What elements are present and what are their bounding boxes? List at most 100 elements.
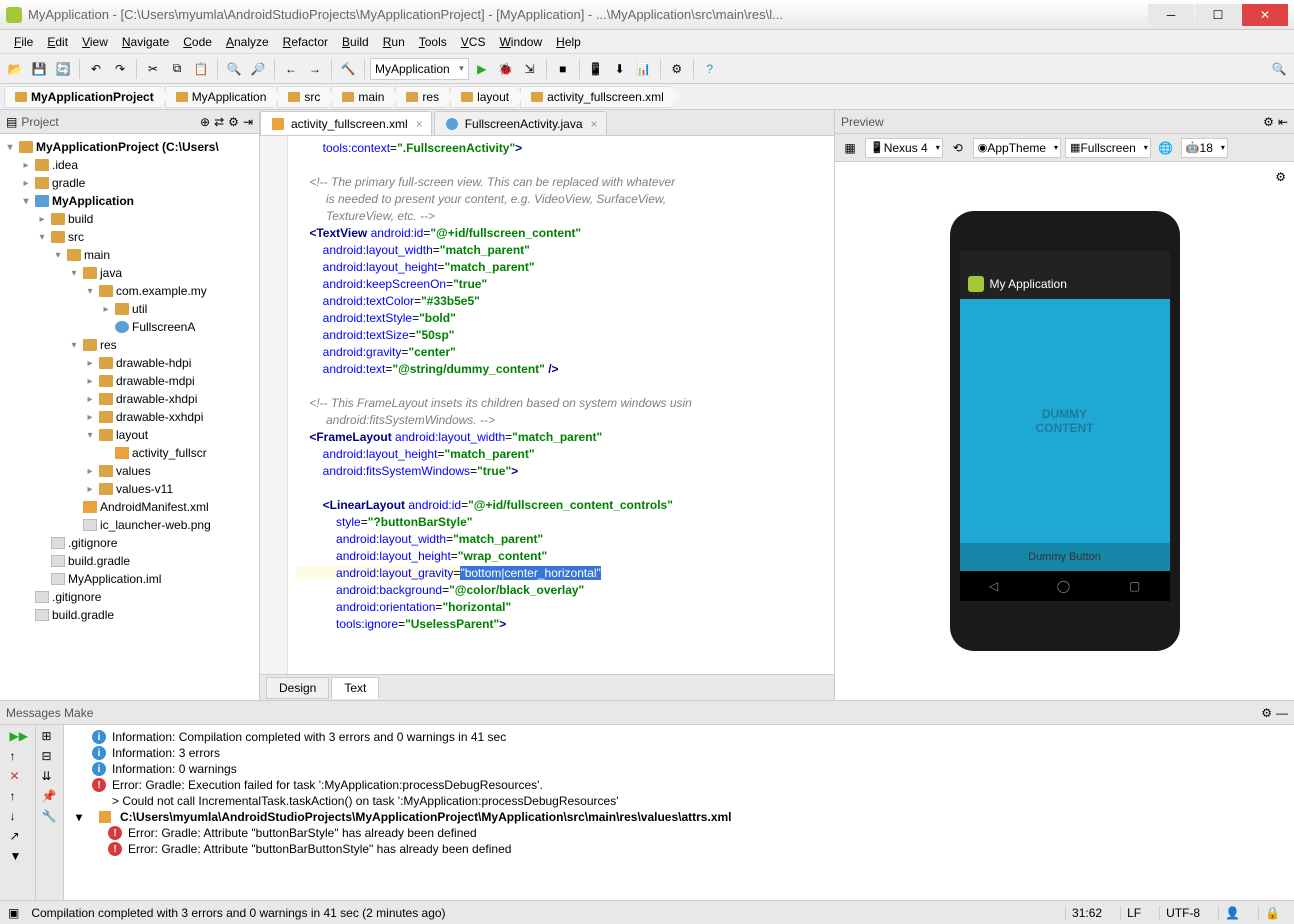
code-editor[interactable]: tools:context=".FullscreenActivity"> <!-… [288, 136, 834, 674]
rerun-icon[interactable]: ▶▶ [10, 729, 26, 745]
paste-icon[interactable]: 📋 [190, 58, 212, 80]
filter-icon[interactable]: ▼ [10, 849, 26, 865]
tree-node[interactable]: ▸.idea [0, 156, 259, 174]
expand-icon[interactable]: ⊞ [42, 729, 58, 745]
autoscroll-icon[interactable]: ⇊ [42, 769, 58, 785]
tree-node[interactable]: ▾java [0, 264, 259, 282]
back-icon[interactable]: ← [280, 58, 302, 80]
line-separator[interactable]: LF [1120, 906, 1147, 920]
tree-node[interactable]: ▸build [0, 210, 259, 228]
copy-icon[interactable]: ⧉ [166, 58, 188, 80]
message-line[interactable]: > Could not call IncrementalTask.taskAct… [68, 793, 1290, 809]
message-line[interactable]: !Error: Gradle: Attribute "buttonBarButt… [68, 841, 1290, 857]
redo-icon[interactable]: ↷ [109, 58, 131, 80]
close-tab-icon[interactable]: × [416, 117, 423, 131]
save-icon[interactable]: 💾 [28, 58, 50, 80]
menu-navigate[interactable]: Navigate [116, 33, 175, 51]
menu-vcs[interactable]: VCS [455, 33, 492, 51]
device-combo[interactable]: 📱 Nexus 4 [865, 138, 943, 158]
project-tree[interactable]: ▾MyApplicationProject (C:\Users\▸.idea▸g… [0, 134, 259, 700]
gear-icon[interactable]: ⚙ [228, 115, 239, 129]
tree-node[interactable]: ic_launcher-web.png [0, 516, 259, 534]
menu-analyze[interactable]: Analyze [220, 33, 275, 51]
breadcrumb-item[interactable]: src [277, 86, 327, 108]
autoscroll-icon[interactable]: ⇄ [214, 115, 224, 129]
config-combo[interactable]: ▦ Fullscreen [1065, 138, 1151, 158]
encoding[interactable]: UTF-8 [1159, 906, 1206, 920]
breadcrumb-item[interactable]: layout [450, 86, 516, 108]
menu-tools[interactable]: Tools [413, 33, 453, 51]
tree-node[interactable]: ▾main [0, 246, 259, 264]
refresh-icon[interactable]: ⚙ [1275, 170, 1286, 184]
orientation-toggle-icon[interactable]: ⟲ [947, 137, 969, 159]
avd-icon[interactable]: 📱 [585, 58, 607, 80]
tree-node[interactable]: AndroidManifest.xml [0, 498, 259, 516]
attach-icon[interactable]: ⇲ [519, 58, 541, 80]
maximize-button[interactable]: ☐ [1195, 4, 1241, 26]
close-tab-icon[interactable]: × [591, 117, 598, 131]
open-icon[interactable]: 📂 [4, 58, 26, 80]
tree-node[interactable]: build.gradle [0, 606, 259, 624]
cut-icon[interactable]: ✂ [142, 58, 164, 80]
menu-refactor[interactable]: Refactor [277, 33, 334, 51]
tool-windows-icon[interactable]: ▣ [8, 906, 19, 920]
tree-node[interactable]: MyApplication.iml [0, 570, 259, 588]
tree-node[interactable]: ▸drawable-mdpi [0, 372, 259, 390]
tree-node[interactable]: ▾res [0, 336, 259, 354]
tree-node[interactable]: ▾com.example.my [0, 282, 259, 300]
message-line[interactable]: ▾C:\Users\myumla\AndroidStudioProjects\M… [68, 809, 1290, 825]
run-icon[interactable]: ▶ [471, 58, 493, 80]
tree-node[interactable]: ▸gradle [0, 174, 259, 192]
tree-node[interactable]: FullscreenA [0, 318, 259, 336]
breadcrumb-item[interactable]: MyApplicationProject [4, 86, 161, 108]
undo-icon[interactable]: ↶ [85, 58, 107, 80]
replace-icon[interactable]: 🔎 [247, 58, 269, 80]
inspections-icon[interactable]: 👤 [1218, 906, 1246, 920]
tree-node[interactable]: ▾MyApplicationProject (C:\Users\ [0, 138, 259, 156]
tree-node[interactable]: ▾layout [0, 426, 259, 444]
message-line[interactable]: !Error: Gradle: Attribute "buttonBarStyl… [68, 825, 1290, 841]
tree-node[interactable]: ▸values-v11 [0, 480, 259, 498]
menu-help[interactable]: Help [550, 33, 587, 51]
breadcrumb-item[interactable]: MyApplication [165, 86, 274, 108]
stop-icon[interactable]: ■ [552, 58, 574, 80]
sdk-icon[interactable]: ⬇ [609, 58, 631, 80]
gear-icon[interactable]: ⚙ [1263, 115, 1274, 129]
forward-icon[interactable]: → [304, 58, 326, 80]
search-everywhere-icon[interactable]: 🔍 [1268, 58, 1290, 80]
message-line[interactable]: iInformation: 3 errors [68, 745, 1290, 761]
api-combo[interactable]: 🤖 18 [1181, 138, 1228, 158]
close-button[interactable]: ✕ [1242, 4, 1288, 26]
run-config-combo[interactable]: MyApplication [370, 58, 469, 80]
find-icon[interactable]: 🔍 [223, 58, 245, 80]
tree-node[interactable]: ▸drawable-xxhdpi [0, 408, 259, 426]
menu-view[interactable]: View [76, 33, 114, 51]
tab-text[interactable]: Text [331, 677, 379, 699]
tree-node[interactable]: ▸drawable-hdpi [0, 354, 259, 372]
lock-icon[interactable]: 🔒 [1258, 906, 1286, 920]
tree-node[interactable]: .gitignore [0, 534, 259, 552]
tab-design[interactable]: Design [266, 677, 329, 699]
tree-node[interactable]: build.gradle [0, 552, 259, 570]
breadcrumb-item[interactable]: main [331, 86, 391, 108]
tree-node[interactable]: ▸util [0, 300, 259, 318]
tree-node[interactable]: ▸values [0, 462, 259, 480]
tree-node[interactable]: ▾src [0, 228, 259, 246]
pin-icon[interactable]: 📌 [42, 789, 58, 805]
tree-node[interactable]: ▾MyApplication [0, 192, 259, 210]
locale-icon[interactable]: 🌐 [1155, 137, 1177, 159]
hide-icon[interactable]: — [1276, 706, 1288, 720]
export-icon[interactable]: ↗ [10, 829, 26, 845]
breadcrumb-item[interactable]: res [395, 86, 446, 108]
menu-build[interactable]: Build [336, 33, 375, 51]
debug-icon[interactable]: 🐞 [495, 58, 517, 80]
menu-code[interactable]: Code [177, 33, 218, 51]
make-icon[interactable]: 🔨 [337, 58, 359, 80]
monitor-icon[interactable]: 📊 [633, 58, 655, 80]
tree-node[interactable]: .gitignore [0, 588, 259, 606]
message-line[interactable]: !Error: Gradle: Execution failed for tas… [68, 777, 1290, 793]
sync-icon[interactable]: 🔄 [52, 58, 74, 80]
help-icon[interactable]: ? [699, 58, 721, 80]
editor-tab[interactable]: FullscreenActivity.java× [434, 111, 607, 135]
menu-run[interactable]: Run [377, 33, 411, 51]
